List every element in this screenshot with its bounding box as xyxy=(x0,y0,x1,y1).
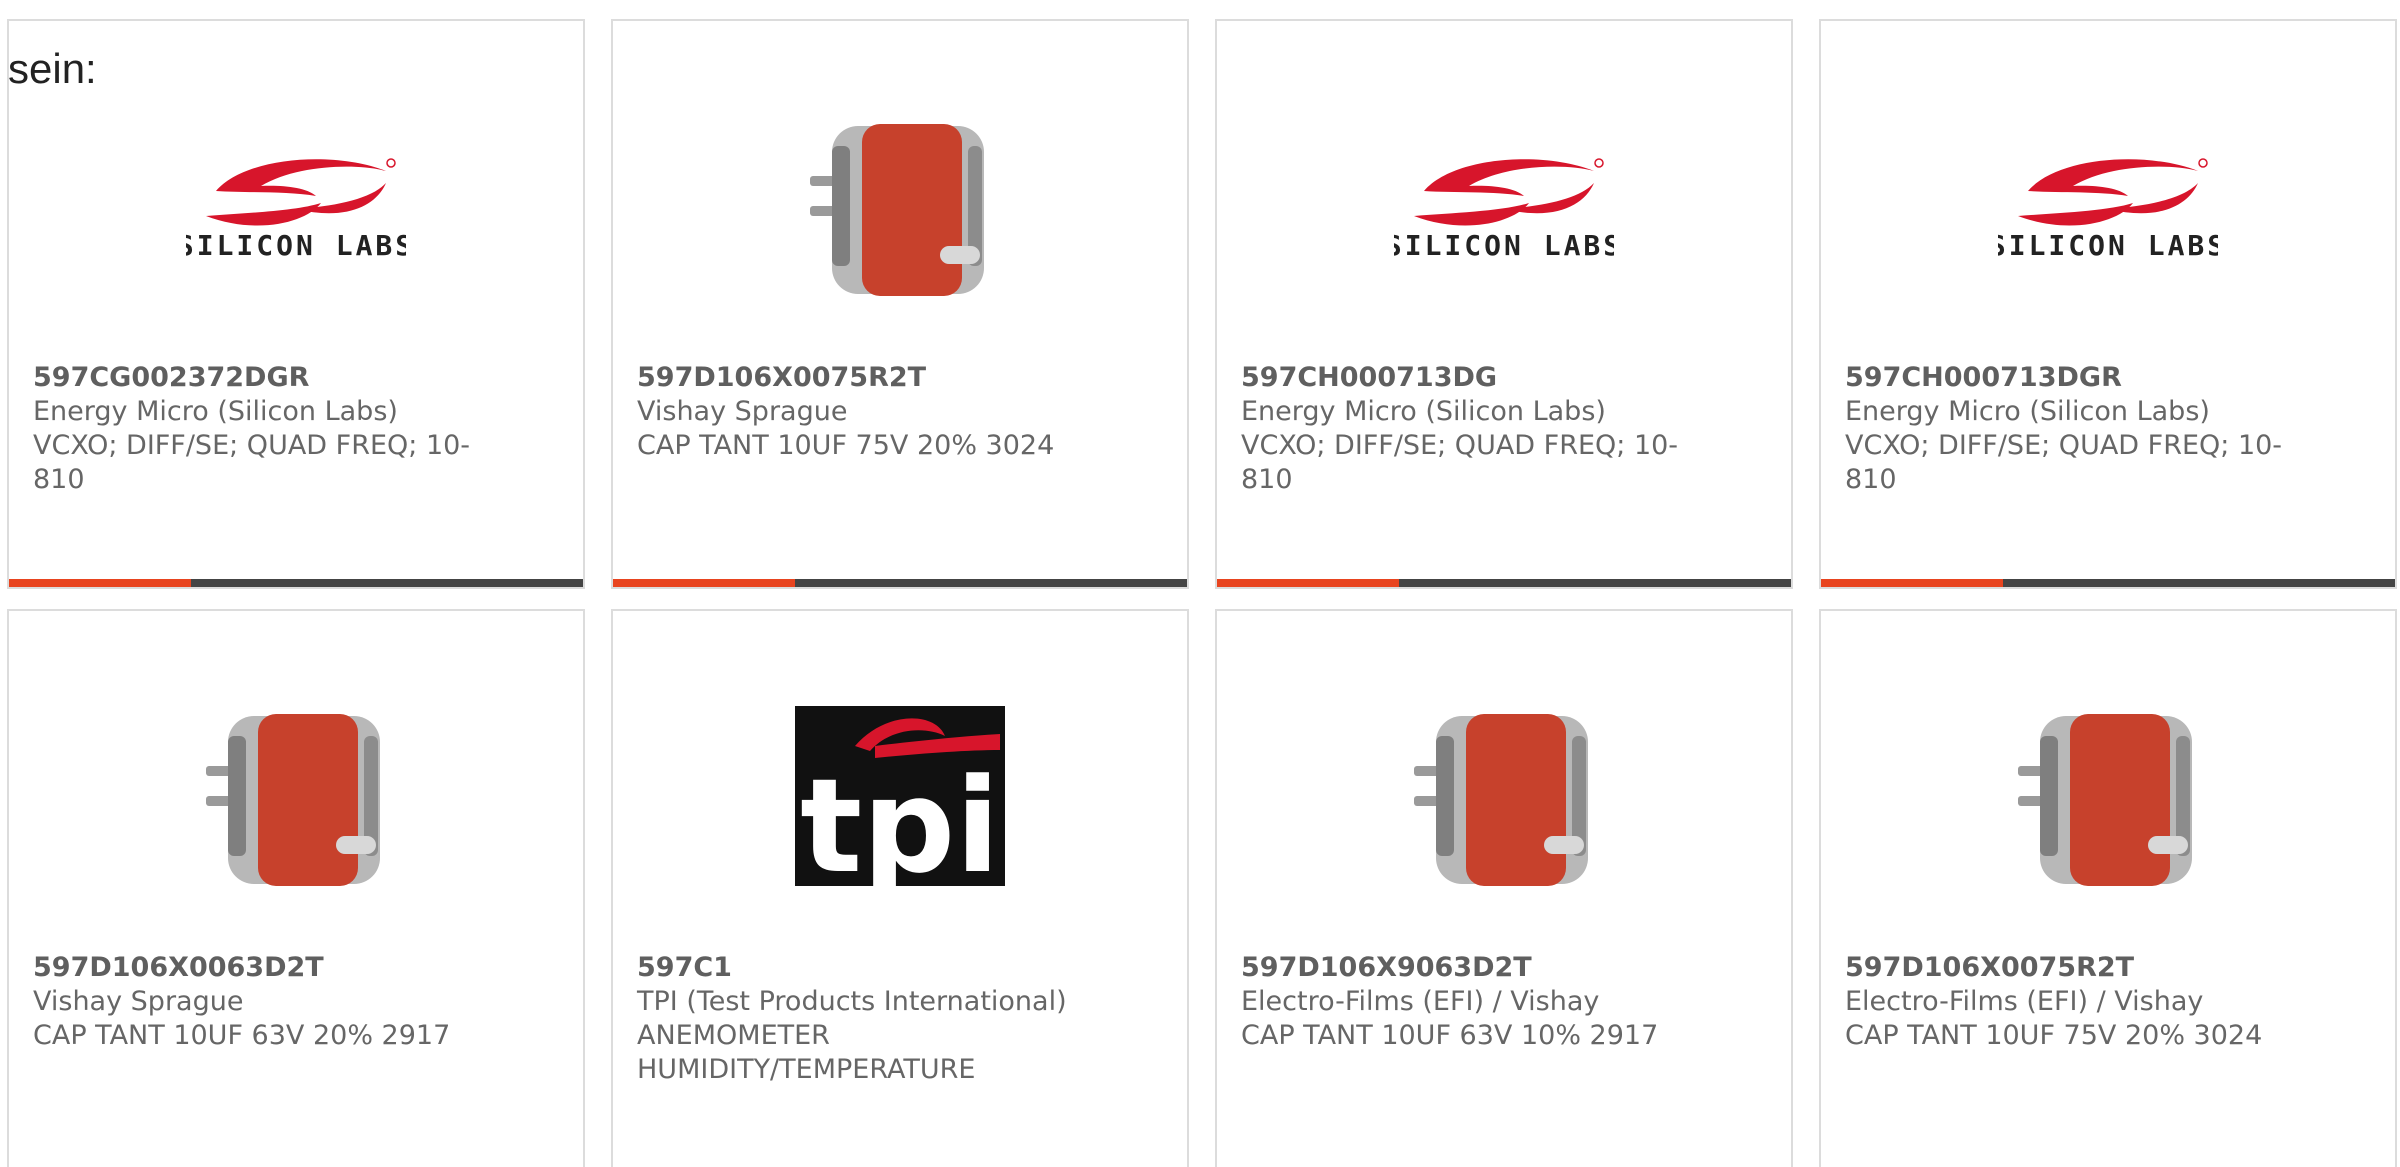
part-number-link[interactable]: 597CG002372DGR xyxy=(33,361,473,395)
part-number-link[interactable]: 597CH000713DGR xyxy=(1845,361,2285,395)
product-info: 597D106X0063D2T Vishay Sprague CAP TANT … xyxy=(33,951,473,1053)
product-info: 597CG002372DGR Energy Micro (Silicon Lab… xyxy=(33,361,473,497)
tantalum-capacitor-icon xyxy=(2018,714,2192,886)
manufacturer: Vishay Sprague xyxy=(33,986,244,1017)
description: VCXO; DIFF/SE; QUAD FREQ; 10-810 xyxy=(1845,430,2283,495)
svg-text:SILICON LABS: SILICON LABS xyxy=(1998,229,2218,261)
tantalum-capacitor-icon xyxy=(810,124,984,296)
product-image[interactable] xyxy=(613,91,1187,321)
product-info: 597CH000713DGR Energy Micro (Silicon Lab… xyxy=(1845,361,2285,497)
product-image[interactable] xyxy=(1821,681,2395,911)
svg-text:SILICON LABS: SILICON LABS xyxy=(1394,229,1614,261)
svg-text:tpi: tpi xyxy=(800,750,1000,886)
product-card[interactable]: SILICON LABS 597CG002372DGR Energy Micro… xyxy=(7,19,585,589)
part-number-link[interactable]: 597D106X9063D2T xyxy=(1241,951,1681,985)
silicon-labs-logo-icon: SILICON LABS xyxy=(1394,158,1614,261)
silicon-labs-logo-icon: SILICON LABS xyxy=(186,158,406,261)
product-card[interactable]: SILICON LABS 597CH000713DG Energy Micro … xyxy=(1215,19,1793,589)
part-number-link[interactable]: 597D106X0075R2T xyxy=(1845,951,2285,985)
product-card[interactable]: 597D106X9063D2T Electro-Films (EFI) / Vi… xyxy=(1215,609,1793,1167)
lead-text: sein: xyxy=(8,45,97,92)
product-image[interactable]: SILICON LABS xyxy=(1821,91,2395,321)
manufacturer: Energy Micro (Silicon Labs) xyxy=(33,396,398,427)
description: CAP TANT 10UF 63V 20% 2917 xyxy=(33,1020,451,1051)
product-info: 597CH000713DG Energy Micro (Silicon Labs… xyxy=(1241,361,1681,497)
product-card[interactable]: 597D106X0075R2T Vishay Sprague CAP TANT … xyxy=(611,19,1189,589)
part-number-link[interactable]: 597C1 xyxy=(637,951,1077,985)
svg-text:SILICON LABS: SILICON LABS xyxy=(186,229,406,261)
product-info: 597C1 TPI (Test Products International) … xyxy=(637,951,1077,1087)
product-info: 597D106X9063D2T Electro-Films (EFI) / Vi… xyxy=(1241,951,1681,1053)
manufacturer: Energy Micro (Silicon Labs) xyxy=(1241,396,1606,427)
manufacturer: TPI (Test Products International) xyxy=(637,986,1067,1017)
product-grid-page: sein: SILICON LABS 597CG002372DGR Energy… xyxy=(0,0,2400,1167)
card-bottom-bar xyxy=(9,579,583,587)
part-number-link[interactable]: 597D106X0063D2T xyxy=(33,951,473,985)
product-card[interactable]: tpi 597C1 TPI (Test Products Internation… xyxy=(611,609,1189,1167)
product-card[interactable]: SILICON LABS 597CH000713DGR Energy Micro… xyxy=(1819,19,2397,589)
description: VCXO; DIFF/SE; QUAD FREQ; 10-810 xyxy=(1241,430,1679,495)
product-image[interactable] xyxy=(1217,681,1791,911)
tantalum-capacitor-icon xyxy=(206,714,380,886)
product-image[interactable]: tpi xyxy=(613,681,1187,911)
manufacturer: Energy Micro (Silicon Labs) xyxy=(1845,396,2210,427)
card-bottom-bar xyxy=(1217,579,1791,587)
description: CAP TANT 10UF 75V 20% 3024 xyxy=(637,430,1055,461)
product-info: 597D106X0075R2T Electro-Films (EFI) / Vi… xyxy=(1845,951,2285,1053)
product-image[interactable]: SILICON LABS xyxy=(9,91,583,321)
product-card[interactable]: 597D106X0075R2T Electro-Films (EFI) / Vi… xyxy=(1819,609,2397,1167)
description: CAP TANT 10UF 75V 20% 3024 xyxy=(1845,1020,2263,1051)
product-image[interactable]: SILICON LABS xyxy=(1217,91,1791,321)
description: VCXO; DIFF/SE; QUAD FREQ; 10-810 xyxy=(33,430,471,495)
description: ANEMOMETER HUMIDITY/TEMPERATURE xyxy=(637,1020,976,1085)
part-number-link[interactable]: 597CH000713DG xyxy=(1241,361,1681,395)
tantalum-capacitor-icon xyxy=(1414,714,1588,886)
product-image[interactable] xyxy=(9,681,583,911)
manufacturer: Electro-Films (EFI) / Vishay xyxy=(1241,986,1600,1017)
card-bottom-bar xyxy=(613,579,1187,587)
product-info: 597D106X0075R2T Vishay Sprague CAP TANT … xyxy=(637,361,1077,463)
card-bottom-bar xyxy=(1821,579,2395,587)
manufacturer: Electro-Films (EFI) / Vishay xyxy=(1845,986,2204,1017)
description: CAP TANT 10UF 63V 10% 2917 xyxy=(1241,1020,1659,1051)
tpi-logo-icon: tpi xyxy=(795,706,1005,886)
product-card[interactable]: 597D106X0063D2T Vishay Sprague CAP TANT … xyxy=(7,609,585,1167)
part-number-link[interactable]: 597D106X0075R2T xyxy=(637,361,1077,395)
manufacturer: Vishay Sprague xyxy=(637,396,848,427)
silicon-labs-logo-icon: SILICON LABS xyxy=(1998,158,2218,261)
